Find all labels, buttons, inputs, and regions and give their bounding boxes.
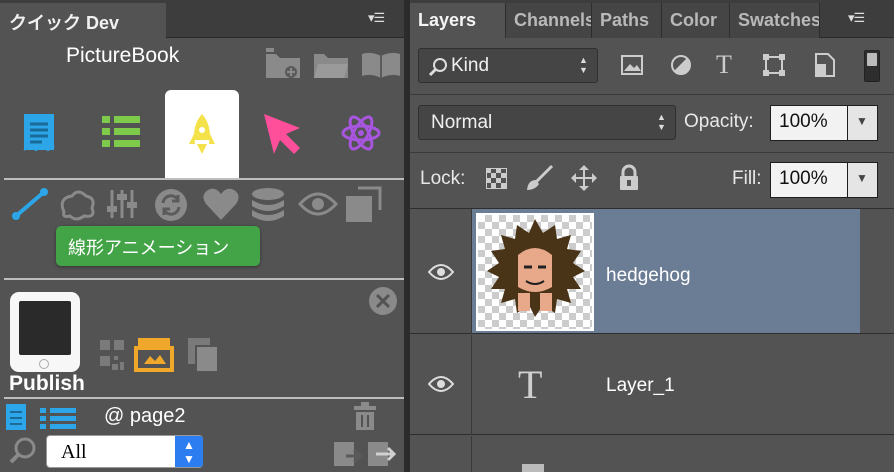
visibility-cell [410, 209, 472, 334]
search-icon[interactable] [8, 436, 38, 466]
layer-name[interactable]: hedgehog [606, 265, 691, 287]
filter-select[interactable]: All ▲ ▼ [46, 435, 203, 468]
visibility-eye-icon[interactable] [428, 263, 454, 281]
opacity-input[interactable]: 100% [770, 105, 848, 141]
filter-toggle-switch[interactable] [864, 50, 880, 82]
equalizer-icon[interactable] [104, 186, 140, 222]
tab-paths[interactable]: Paths [592, 3, 662, 38]
chevron-updown-icon: ▲ ▼ [657, 112, 666, 132]
shape-filter-icon[interactable] [762, 53, 786, 77]
tooltip: 線形アニメーション [56, 226, 260, 266]
lock-label: Lock: [420, 168, 466, 189]
adjustment-filter-icon[interactable] [670, 54, 692, 76]
book-icon[interactable] [360, 50, 402, 80]
fill-dropdown[interactable]: ▼ [848, 162, 878, 198]
layer-row[interactable]: hedgehog [410, 209, 894, 334]
layer-thumbnail[interactable] [476, 213, 594, 331]
document-mode-icon[interactable] [20, 110, 60, 154]
tab-color[interactable]: Color [662, 3, 730, 38]
path-animation-icon[interactable] [58, 188, 98, 222]
fill-label: Fill: [732, 168, 762, 189]
layer-name[interactable]: Layer_1 [606, 375, 675, 397]
lock-transparent-icon[interactable] [486, 168, 508, 190]
pixel-filter-icon[interactable] [620, 54, 644, 76]
tab-swatches[interactable]: Swatches [730, 3, 820, 38]
opacity-dropdown[interactable]: ▼ [848, 105, 878, 141]
text-layer-icon: T [518, 362, 543, 407]
panel-menu-icon[interactable]: ▾☰ [848, 10, 865, 26]
trash-icon[interactable] [352, 402, 378, 432]
import-icon[interactable] [332, 438, 362, 470]
type-filter-icon[interactable]: T [716, 50, 732, 80]
new-folder-icon[interactable] [264, 46, 304, 80]
panel-header: クイック Dev ▾☰ [0, 0, 404, 38]
divider [410, 94, 894, 95]
animation-mode-tab[interactable] [165, 90, 239, 178]
visibility-cell [410, 335, 472, 435]
blend-mode-select[interactable]: Normal ▲ ▼ [418, 105, 676, 140]
visibility-eye-icon[interactable] [428, 375, 454, 393]
smart-object-filter-icon[interactable] [814, 52, 836, 78]
hedgehog-image [487, 219, 585, 317]
lock-all-icon[interactable] [618, 164, 640, 192]
divider [410, 152, 894, 153]
layer-row[interactable]: T Layer_1 [410, 335, 894, 435]
close-icon[interactable] [368, 286, 398, 316]
layers-panel: Layers Channels Paths Color Swatches ▾☰ … [410, 0, 894, 472]
app-title: PictureBook [66, 44, 180, 67]
tab-channels[interactable]: Channels [506, 3, 592, 38]
chevron-updown-icon: ▲ ▼ [579, 55, 588, 75]
tablet-icon[interactable] [10, 292, 80, 372]
chevron-down-icon: ▼ [856, 114, 868, 128]
divider [4, 397, 404, 399]
pointer-mode-icon[interactable] [260, 110, 304, 154]
filter-select-chevron-icon: ▲ ▼ [175, 436, 203, 467]
open-folder-icon[interactable] [312, 48, 352, 80]
tab-layers[interactable]: Layers [410, 3, 506, 38]
lock-move-icon[interactable] [570, 164, 598, 192]
package-icon[interactable] [134, 334, 174, 374]
list-mode-icon[interactable] [100, 112, 144, 152]
atom-mode-icon[interactable] [340, 112, 382, 154]
panel-menu-icon[interactable]: ▾☰ [368, 10, 385, 26]
stack-icon[interactable] [248, 186, 288, 222]
tablet-screen [19, 301, 71, 355]
divider [4, 278, 404, 280]
tablet-home-button [39, 359, 49, 369]
heart-icon[interactable] [202, 188, 240, 222]
rocket-icon [187, 112, 217, 158]
export-icon[interactable] [366, 438, 398, 470]
qr-code-icon[interactable] [98, 338, 126, 372]
toggle-knob [867, 53, 877, 66]
visibility-cell [410, 436, 472, 472]
filter-kind-select[interactable]: Kind ▲ ▼ [418, 48, 598, 83]
divider [4, 178, 404, 180]
opacity-label: Opacity: [684, 111, 754, 132]
filter-select-value: All [61, 441, 87, 463]
filter-kind-value: Kind [451, 55, 490, 76]
page-view-icon[interactable] [4, 402, 30, 432]
blend-mode-value: Normal [431, 112, 493, 133]
copy-icon[interactable] [186, 336, 220, 374]
page-label: @ page2 [104, 405, 186, 427]
list-view-icon[interactable] [38, 406, 78, 430]
fill-input[interactable]: 100% [770, 162, 848, 198]
panel-tab[interactable]: クイック Dev [0, 3, 166, 38]
lock-brush-icon[interactable] [524, 164, 554, 192]
layer-thumbnail-partial [522, 464, 544, 472]
publish-label[interactable]: Publish [9, 372, 85, 396]
scale-icon[interactable] [344, 184, 384, 224]
panel-header: Layers Channels Paths Color Swatches ▾☰ [410, 0, 894, 38]
search-icon [427, 56, 449, 78]
linear-animation-icon[interactable] [10, 186, 50, 222]
quick-dev-panel: クイック Dev ▾☰ PictureBook 線形アニメーション Publis… [0, 0, 404, 472]
rotate-icon[interactable] [152, 186, 190, 224]
chevron-down-icon: ▼ [856, 171, 868, 185]
eye-icon[interactable] [298, 190, 338, 218]
